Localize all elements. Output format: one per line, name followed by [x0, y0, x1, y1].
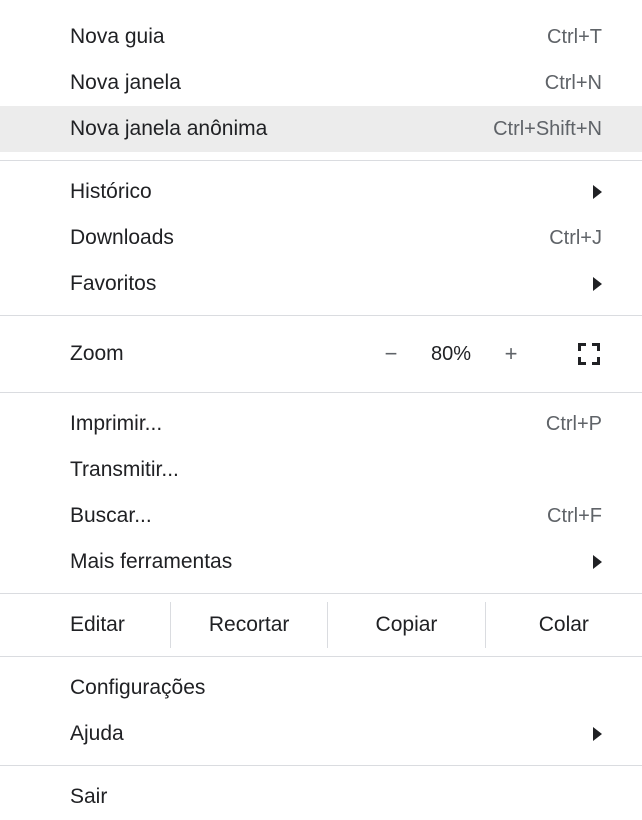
menu-item-label: Buscar...	[70, 504, 547, 528]
copy-button[interactable]: Copiar	[327, 602, 484, 648]
zoom-out-button[interactable]: −	[366, 334, 416, 374]
menu-item-label: Transmitir...	[70, 458, 602, 482]
menu-item-exit[interactable]: Sair	[0, 774, 642, 820]
menu-item-label: Histórico	[70, 180, 593, 204]
paste-button[interactable]: Colar	[485, 602, 642, 648]
menu-separator	[0, 593, 642, 594]
edit-label: Editar	[0, 602, 170, 648]
menu-item-shortcut: Ctrl+T	[547, 26, 602, 49]
minus-icon: −	[385, 341, 398, 367]
menu-item-downloads[interactable]: Downloads Ctrl+J	[0, 215, 642, 261]
menu-item-shortcut: Ctrl+P	[546, 413, 602, 436]
menu-item-help[interactable]: Ajuda	[0, 711, 642, 757]
edit-actions: Recortar Copiar Colar	[170, 602, 642, 648]
menu-item-new-tab[interactable]: Nova guia Ctrl+T	[0, 14, 642, 60]
fullscreen-icon	[578, 343, 600, 365]
menu-separator	[0, 392, 642, 393]
cut-button[interactable]: Recortar	[170, 602, 327, 648]
menu-item-shortcut: Ctrl+J	[549, 227, 602, 250]
menu-item-shortcut: Ctrl+N	[545, 72, 602, 95]
menu-item-cast[interactable]: Transmitir...	[0, 447, 642, 493]
menu-separator	[0, 656, 642, 657]
menu-item-history[interactable]: Histórico	[0, 169, 642, 215]
menu-item-label: Configurações	[70, 676, 602, 700]
zoom-in-button[interactable]: +	[486, 334, 536, 374]
menu-item-label: Favoritos	[70, 272, 593, 296]
plus-icon: +	[505, 341, 518, 367]
menu-separator	[0, 160, 642, 161]
menu-item-zoom: Zoom − 80% +	[0, 324, 642, 384]
zoom-controls: − 80% +	[366, 334, 614, 374]
menu-item-shortcut: Ctrl+Shift+N	[493, 118, 602, 141]
chevron-right-icon	[593, 555, 602, 569]
fullscreen-button[interactable]	[564, 334, 614, 374]
menu-item-label: Downloads	[70, 226, 549, 250]
menu-item-new-incognito[interactable]: Nova janela anônima Ctrl+Shift+N	[0, 106, 642, 152]
menu-item-edit: Editar Recortar Copiar Colar	[0, 602, 642, 648]
menu-separator	[0, 315, 642, 316]
menu-item-find[interactable]: Buscar... Ctrl+F	[0, 493, 642, 539]
menu-item-label: Imprimir...	[70, 412, 546, 436]
chevron-right-icon	[593, 185, 602, 199]
menu-item-new-window[interactable]: Nova janela Ctrl+N	[0, 60, 642, 106]
menu-item-label: Nova janela anônima	[70, 117, 493, 141]
menu-item-label: Nova janela	[70, 71, 545, 95]
menu-item-label: Sair	[70, 785, 602, 809]
menu-item-label: Ajuda	[70, 722, 593, 746]
menu-separator	[0, 765, 642, 766]
menu-item-settings[interactable]: Configurações	[0, 665, 642, 711]
menu-item-bookmarks[interactable]: Favoritos	[0, 261, 642, 307]
menu-item-label: Nova guia	[70, 25, 547, 49]
zoom-value: 80%	[416, 343, 486, 366]
menu-item-print[interactable]: Imprimir... Ctrl+P	[0, 401, 642, 447]
menu-item-more-tools[interactable]: Mais ferramentas	[0, 539, 642, 585]
menu-item-label: Mais ferramentas	[70, 550, 593, 574]
menu-item-shortcut: Ctrl+F	[547, 505, 602, 528]
chevron-right-icon	[593, 277, 602, 291]
browser-main-menu: Nova guia Ctrl+T Nova janela Ctrl+N Nova…	[0, 0, 642, 820]
zoom-label: Zoom	[70, 342, 366, 366]
chevron-right-icon	[593, 727, 602, 741]
